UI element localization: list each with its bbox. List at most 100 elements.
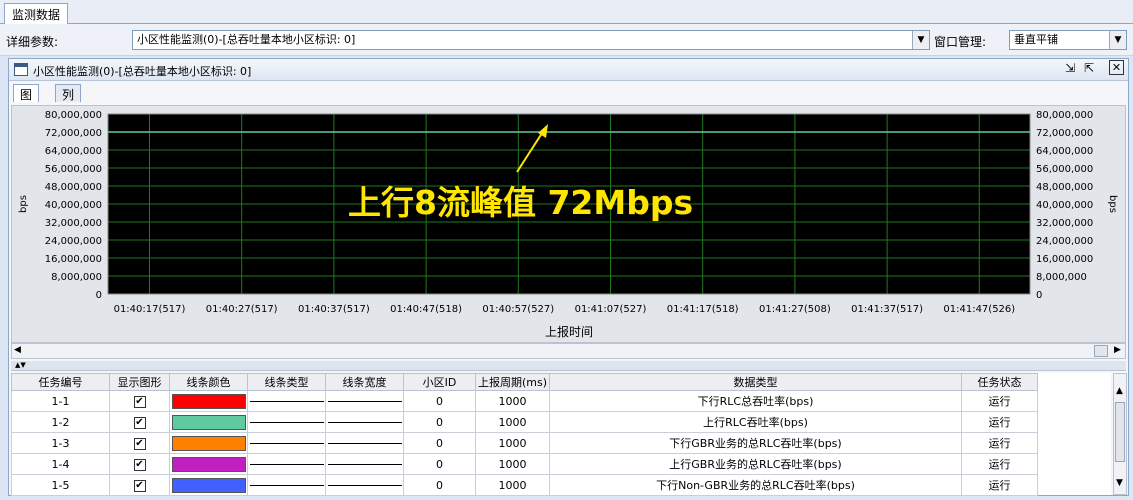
cell-id: 0	[403, 453, 476, 475]
line-width-sample[interactable]	[327, 400, 402, 402]
vscroll-thumb[interactable]	[1115, 402, 1125, 462]
scroll-right-icon[interactable]: ▶	[1114, 345, 1121, 355]
tab-graph[interactable]: 图形	[13, 84, 40, 119]
tab-list[interactable]: 列表	[55, 84, 82, 119]
y-tick-label-right: 16,000,000	[1036, 254, 1093, 265]
show-graph-cell: ✔	[109, 411, 170, 433]
line-width-sample-cell	[325, 474, 404, 496]
line-color-swatch[interactable]	[171, 477, 246, 493]
x-tick-label: 01:41:37(517)	[851, 304, 923, 315]
line-width-sample[interactable]	[327, 442, 402, 444]
param-row: 详细参数: 小区性能监测(0)-[总吞吐量本地小区标识: 0] ▼ 窗口管理: …	[0, 24, 1133, 56]
show-graph-cell: ✔	[109, 432, 170, 454]
restore-icon[interactable]: ⇲	[1065, 61, 1075, 75]
line-width-sample[interactable]	[327, 484, 402, 486]
annotation-text: 上行8流峰值 72Mbps	[348, 183, 693, 222]
report-period: 1000	[475, 390, 550, 412]
splitter[interactable]: ▲▼	[11, 361, 1126, 371]
table-header: 任务编号 显示图形 线条颜色 线条类型 线条宽度 小区ID 上报周期(ms) 数…	[11, 373, 1038, 391]
chevron-down-icon[interactable]: ▼	[912, 31, 929, 49]
col-report-period[interactable]: 上报周期(ms)	[475, 373, 550, 391]
scroll-thumb[interactable]	[1094, 345, 1108, 357]
vertical-scrollbar[interactable]: ▲ ▼	[1113, 373, 1127, 495]
line-color-swatch[interactable]	[171, 456, 246, 472]
y-tick-label-right: 72,000,000	[1036, 128, 1093, 139]
line-type-sample[interactable]	[249, 421, 324, 423]
window-manage-select[interactable]: 垂直平铺 ▼	[1009, 30, 1127, 50]
chevron-down-icon[interactable]: ▼	[1109, 31, 1126, 49]
cell-id: 0	[403, 474, 476, 496]
line-type-sample[interactable]	[249, 484, 324, 486]
cell-id: 0	[403, 432, 476, 454]
x-tick-label: 01:41:47(526)	[943, 304, 1015, 315]
task-id: 1-5	[11, 474, 110, 496]
line-color-swatch[interactable]	[171, 393, 246, 409]
line-type-sample-cell	[247, 411, 326, 433]
col-cell-id[interactable]: 小区ID	[403, 373, 476, 391]
show-graph-checkbox[interactable]: ✔	[133, 396, 146, 408]
y-tick-label: 24,000,000	[45, 236, 102, 247]
show-graph-cell: ✔	[109, 474, 170, 496]
table-row[interactable]: 1-3 ✔ 0 1000 下行GBR业务的总RLC吞吐率(bps) 运行	[11, 432, 1038, 454]
table-row[interactable]: 1-1 ✔ 0 1000 下行RLC总吞吐率(bps) 运行	[11, 390, 1038, 412]
line-type-sample[interactable]	[249, 400, 324, 402]
chart-container: 80,000,000 80,000,000 72,000,000 72,000,000…	[11, 105, 1126, 343]
y-tick-label: 80,000,000	[45, 110, 102, 121]
line-width-sample-cell	[325, 432, 404, 454]
table-row[interactable]: 1-5 ✔ 0 1000 下行Non-GBR业务的总RLC吞吐率(bps) 运行	[11, 474, 1038, 496]
window-manage-value: 垂直平铺	[1014, 33, 1058, 46]
x-tick-label: 01:40:27(517)	[206, 304, 278, 315]
line-color-cell	[169, 474, 248, 496]
table-row[interactable]: 1-4 ✔ 0 1000 上行GBR业务的总RLC吞吐率(bps) 运行	[11, 453, 1038, 475]
data-type: 下行GBR业务的总RLC吞吐率(bps)	[549, 432, 962, 454]
y-tick-label-right: 8,000,000	[1036, 272, 1087, 283]
table-row[interactable]: 1-2 ✔ 0 1000 上行RLC吞吐率(bps) 运行	[11, 411, 1038, 433]
show-graph-checkbox[interactable]: ✔	[133, 438, 146, 450]
col-task-id[interactable]: 任务编号	[11, 373, 110, 391]
x-tick-label: 01:40:37(517)	[298, 304, 370, 315]
show-graph-checkbox[interactable]: ✔	[133, 459, 146, 471]
col-task-status[interactable]: 任务状态	[961, 373, 1038, 391]
cell-id: 0	[403, 411, 476, 433]
show-graph-checkbox[interactable]: ✔	[133, 417, 146, 429]
panel-titlebar: 小区性能监测(0)-[总吞吐量本地小区标识: 0] ⇲ ⇱ ✕	[9, 59, 1128, 81]
task-id: 1-1	[11, 390, 110, 412]
show-graph-cell: ✔	[109, 390, 170, 412]
col-data-type[interactable]: 数据类型	[549, 373, 962, 391]
line-color-cell	[169, 453, 248, 475]
col-line-color[interactable]: 线条颜色	[169, 373, 248, 391]
report-period: 1000	[475, 432, 550, 454]
horizontal-scrollbar[interactable]: ◀ ▶	[11, 343, 1126, 359]
y-tick-label: 64,000,000	[45, 146, 102, 157]
main-tab-bar: 监测数据	[0, 0, 1133, 24]
y-axis-title: bps	[18, 195, 29, 213]
y-tick-label-right: 40,000,000	[1036, 200, 1093, 211]
tab-monitor-data[interactable]: 监测数据	[4, 3, 69, 24]
scroll-down-icon[interactable]: ▼	[1116, 478, 1123, 488]
x-axis-title: 上报时间	[545, 324, 593, 339]
maximize-icon[interactable]: ⇱	[1084, 61, 1094, 75]
line-width-sample[interactable]	[327, 463, 402, 465]
line-type-sample[interactable]	[249, 463, 324, 465]
close-icon[interactable]: ✕	[1109, 60, 1124, 75]
col-line-type[interactable]: 线条类型	[247, 373, 326, 391]
task-table-wrap: 任务编号 显示图形 线条颜色 线条类型 线条宽度 小区ID 上报周期(ms) 数…	[11, 373, 1111, 496]
y-tick-label-right: 32,000,000	[1036, 218, 1093, 229]
y-tick-label: 0	[96, 290, 102, 301]
show-graph-checkbox[interactable]: ✔	[133, 480, 146, 492]
scroll-left-icon[interactable]: ◀	[14, 345, 21, 355]
cell-id: 0	[403, 390, 476, 412]
x-tick-label: 01:40:17(517)	[114, 304, 186, 315]
task-status: 运行	[961, 390, 1038, 412]
line-width-sample[interactable]	[327, 421, 402, 423]
y-tick-label: 40,000,000	[45, 200, 102, 211]
col-show-graph[interactable]: 显示图形	[109, 373, 170, 391]
line-color-swatch[interactable]	[171, 435, 246, 451]
scroll-up-icon[interactable]: ▲	[1116, 386, 1123, 396]
x-tick-label: 01:41:17(518)	[667, 304, 739, 315]
data-type: 下行RLC总吞吐率(bps)	[549, 390, 962, 412]
detail-param-select[interactable]: 小区性能监测(0)-[总吞吐量本地小区标识: 0] ▼	[132, 30, 930, 50]
line-type-sample[interactable]	[249, 442, 324, 444]
col-line-width[interactable]: 线条宽度	[325, 373, 404, 391]
line-color-swatch[interactable]	[171, 414, 246, 430]
